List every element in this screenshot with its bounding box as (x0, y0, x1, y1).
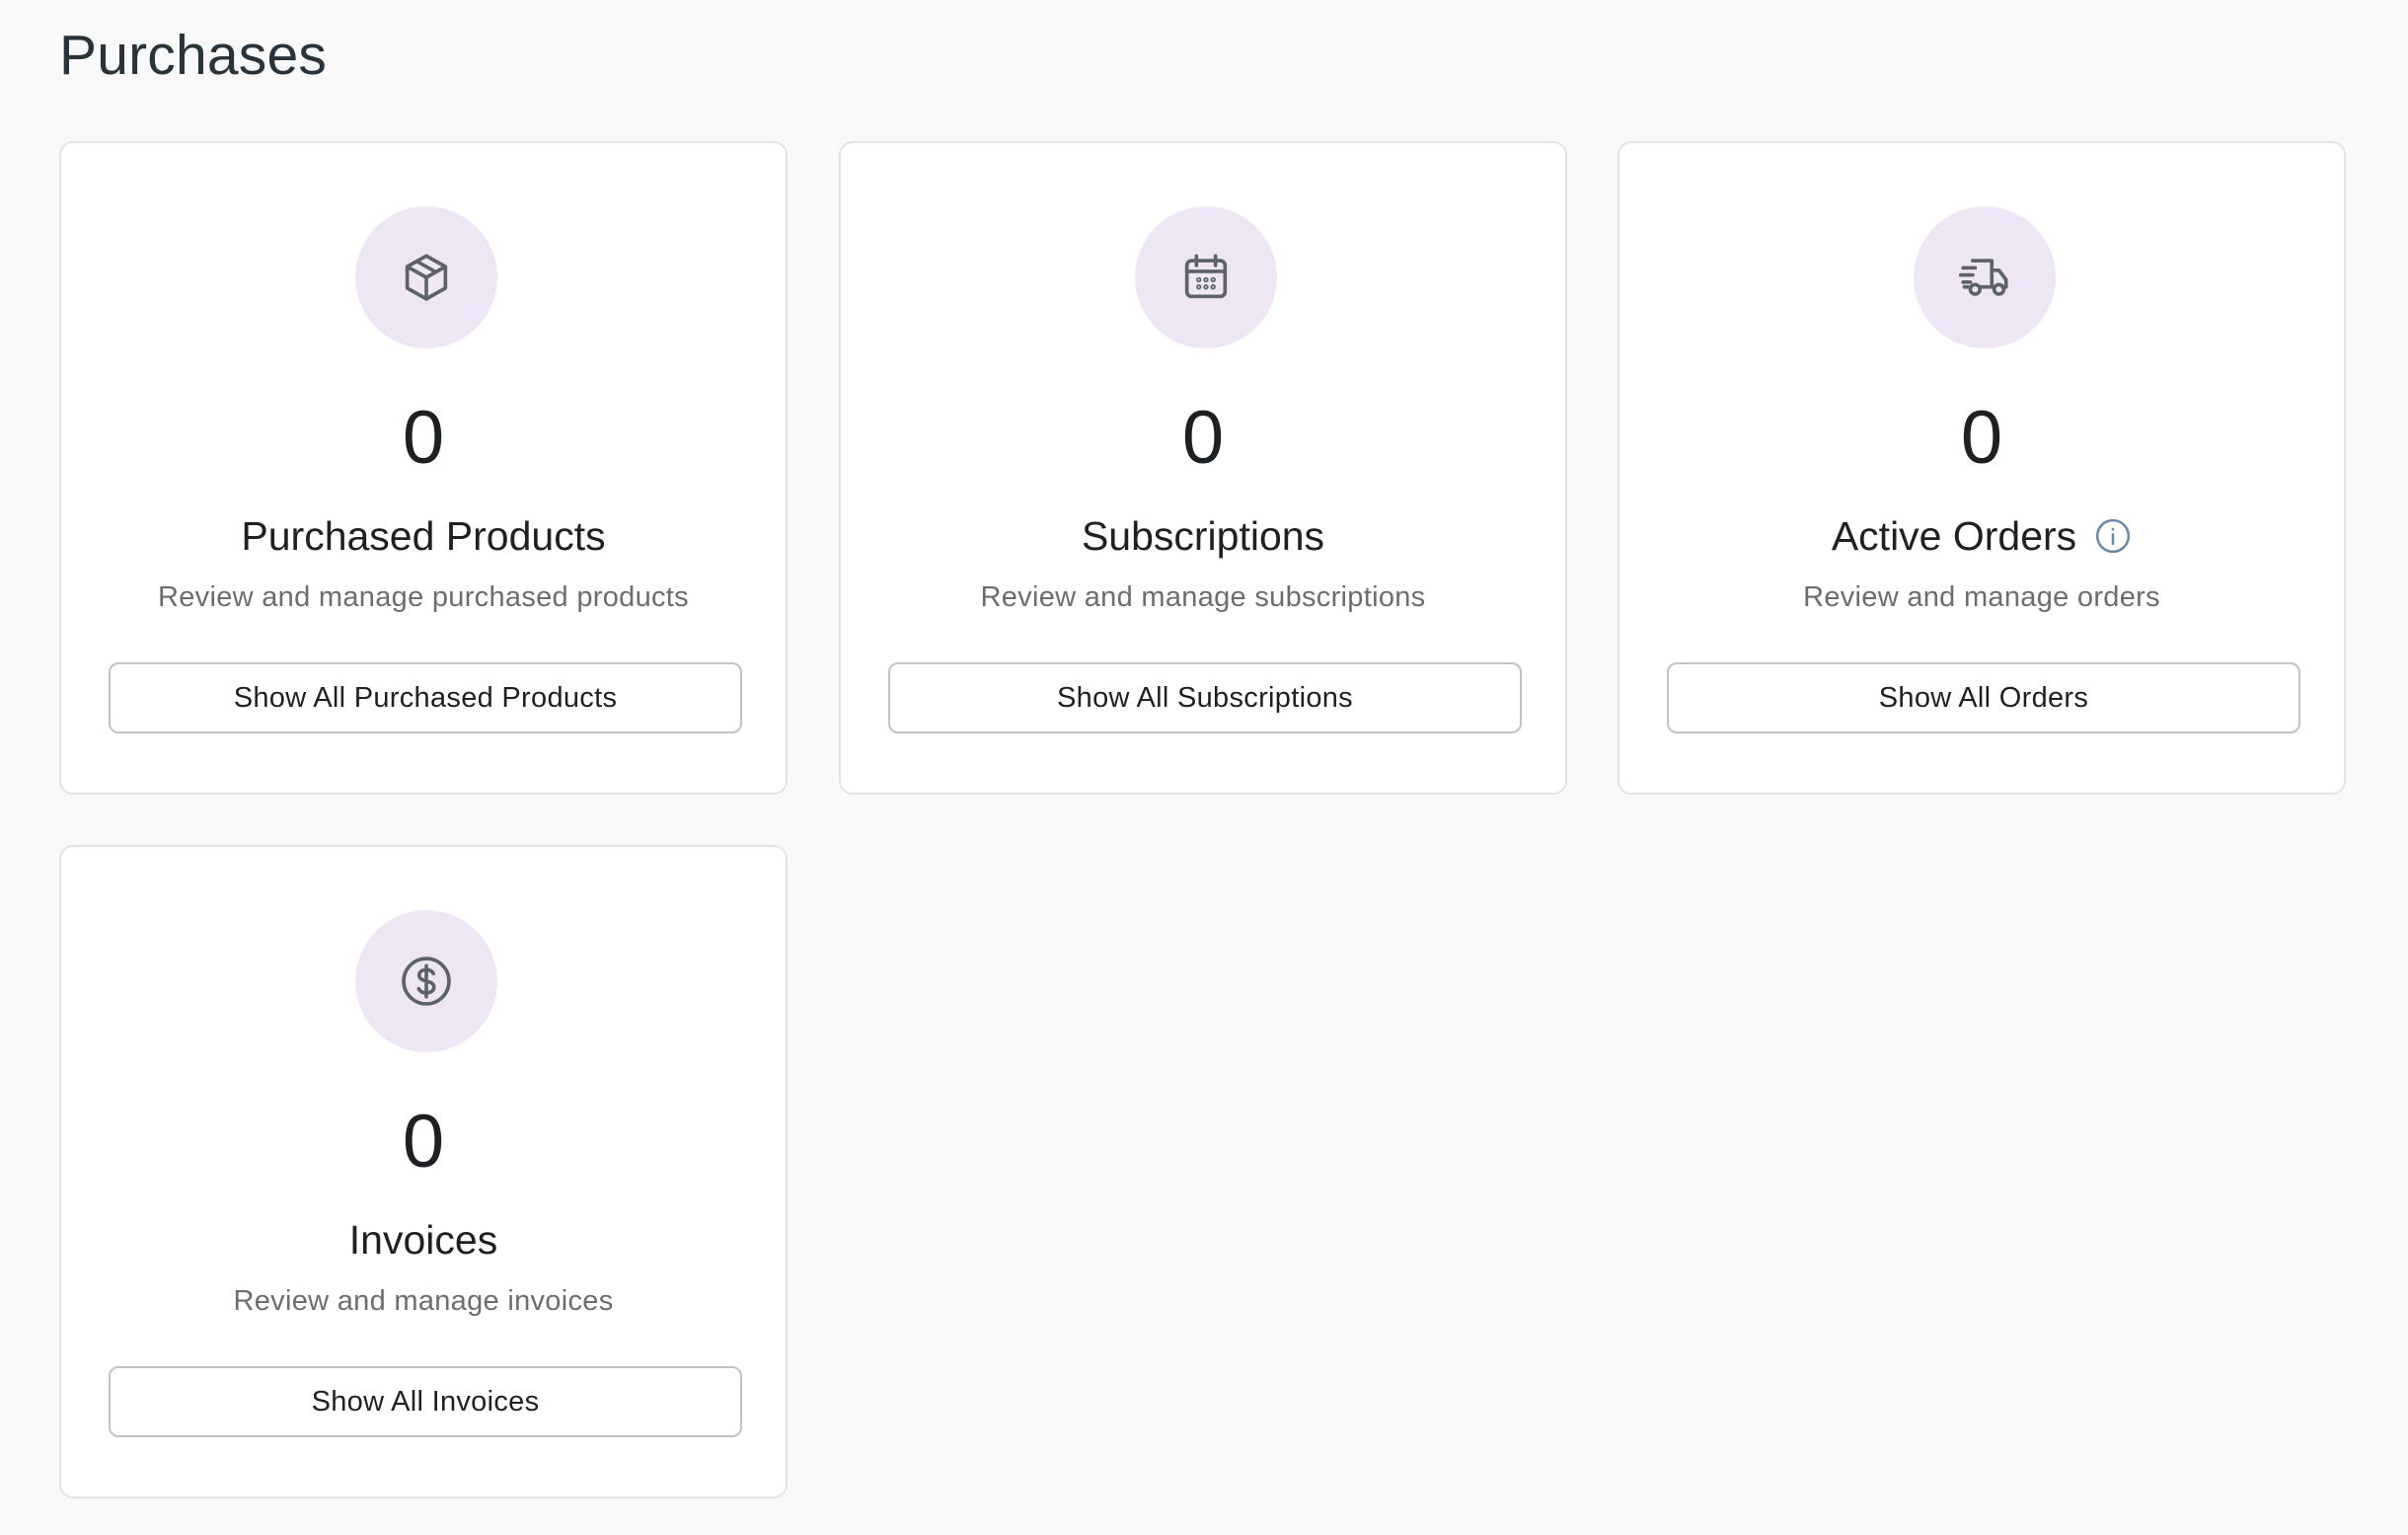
info-icon[interactable] (2094, 517, 2132, 555)
delivery-truck-icon-circle (1914, 206, 2056, 348)
show-all-purchased-products-button[interactable]: Show All Purchased Products (109, 662, 742, 733)
purchased-products-title-row: Purchased Products (61, 508, 786, 564)
page-title: Purchases (59, 24, 328, 87)
subscriptions-title-row: Subscriptions (841, 508, 1565, 564)
active-orders-title-row: Active Orders (1619, 508, 2344, 564)
subscriptions-count: 0 (1181, 396, 1225, 480)
active-orders-title: Active Orders (1831, 513, 2077, 559)
dollar-coin-icon (402, 957, 451, 1006)
purchased-products-card: 0 Purchased Products Review and manage p… (59, 141, 788, 795)
purchased-products-title: Purchased Products (241, 513, 606, 559)
active-orders-description: Review and manage orders (1803, 581, 2160, 613)
invoices-title-row: Invoices (61, 1212, 786, 1267)
show-all-subscriptions-button[interactable]: Show All Subscriptions (888, 662, 1522, 733)
purchased-products-count: 0 (402, 396, 445, 480)
calendar-icon (1184, 254, 1228, 299)
invoices-count: 0 (402, 1100, 445, 1184)
invoices-title: Invoices (348, 1217, 498, 1263)
show-all-orders-button[interactable]: Show All Orders (1667, 662, 2300, 733)
delivery-truck-icon (1959, 259, 2008, 296)
calendar-icon-circle (1135, 206, 1277, 348)
package-icon-circle (355, 206, 497, 348)
dollar-coin-icon-circle (355, 910, 497, 1052)
purchased-products-description: Review and manage purchased products (158, 581, 689, 613)
subscriptions-title: Subscriptions (1081, 513, 1325, 559)
active-orders-card: 0 Active Orders Review and manage orders… (1618, 141, 2346, 795)
active-orders-count: 0 (1960, 396, 2003, 480)
package-icon (405, 254, 448, 301)
invoices-card: 0 Invoices Review and manage invoices Sh… (59, 845, 788, 1498)
subscriptions-card: 0 Subscriptions Review and manage subscr… (839, 141, 1567, 795)
invoices-description: Review and manage invoices (233, 1285, 614, 1317)
subscriptions-description: Review and manage subscriptions (980, 581, 1426, 613)
show-all-invoices-button[interactable]: Show All Invoices (109, 1366, 742, 1437)
